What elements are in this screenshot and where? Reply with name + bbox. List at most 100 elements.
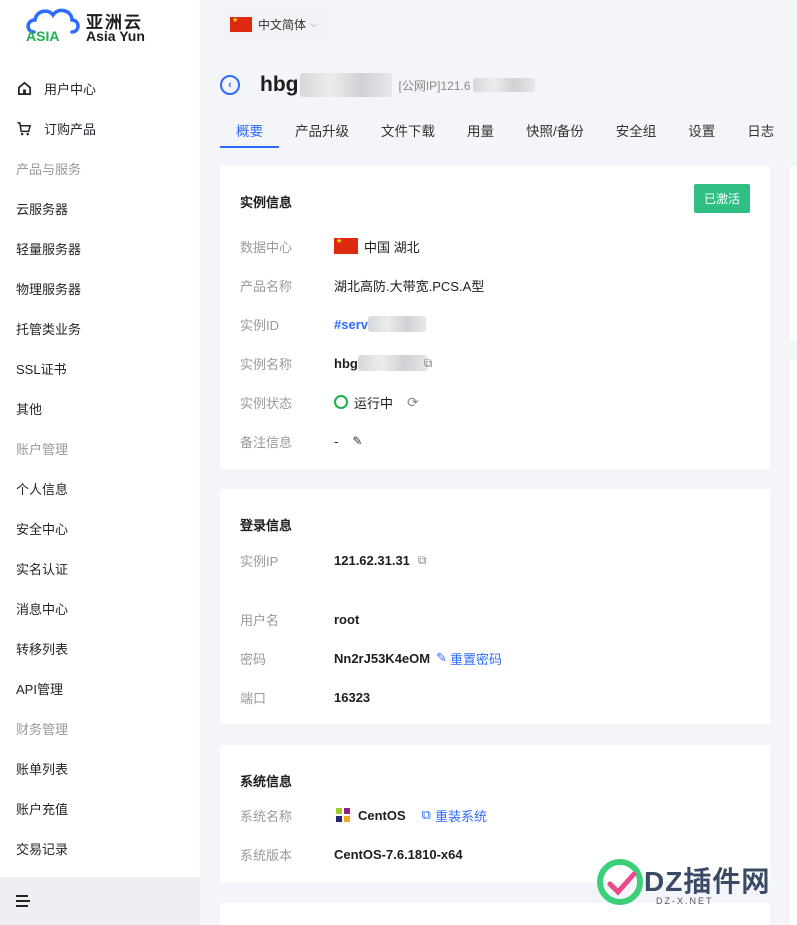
tab-downloads[interactable]: 文件下载 [365,116,451,148]
tab-bar: 概要 产品升级 文件下载 用量 快照/备份 安全组 设置 日志 [220,116,797,148]
sidebar-item-light-server[interactable]: 轻量服务器 [0,228,200,268]
watermark-text: DZ插件网 [644,866,771,897]
password-value: Nn2rJ53K4eOM [334,650,431,666]
copy-icon[interactable]: ⧉ [418,553,427,568]
instance-info-card: 实例信息 已激活 数据中心 中国 湖北 产品名称 湖北高防.大带宽.PCS.A型… [220,166,770,469]
instance-id-label: 实例ID [240,317,280,333]
product-value: 湖北高防.大带宽.PCS.A型 [334,278,485,294]
ip-row: 实例IP 121.62.31.31 ⧉ [240,550,426,570]
reset-password-link[interactable]: ✎ 重置密码 [436,649,502,668]
menu-collapse-icon [16,895,30,907]
datacenter-value: 中国 湖北 [364,239,420,255]
tab-security-group[interactable]: 安全组 [600,116,673,148]
edit-icon: ✎ [436,650,448,665]
os-version-label: 系统版本 [240,847,293,863]
note-value: - [334,433,339,449]
watermark-logo-icon [597,859,643,905]
sidebar-item-physical-server[interactable]: 物理服务器 [0,268,200,308]
datacenter-label: 数据中心 [240,239,293,255]
china-flag-icon [334,237,358,254]
instance-name-label: 实例名称 [240,356,293,372]
page-header: ‹ hbg [公网IP]121.6 [220,70,535,100]
refresh-icon[interactable]: ⟳ [407,394,419,411]
sidebar-item-profile[interactable]: 个人信息 [0,468,200,508]
sidebar-item-recharge[interactable]: 账户充值 [0,788,200,828]
product-label: 产品名称 [240,278,293,294]
redacted-hostname [300,73,393,97]
password-row: 密码 Nn2rJ53K4eOM ✎ 重置密码 [240,648,502,668]
status-badge: 已激活 [693,184,750,213]
cart-icon [16,120,32,136]
sidebar-item-verify[interactable]: 实名认证 [0,548,200,588]
reinstall-system-link[interactable]: ⧉ 重装系统 [422,806,487,825]
instance-state-label: 实例状态 [240,395,293,411]
instance-state-row: 实例状态 运行中 ⟳ [240,392,419,412]
os-row: 系统名称 CentOS ⧉ 重装系统 [240,805,487,825]
os-value: CentOS [358,807,406,823]
os-version-value: CentOS-7.6.1810-x64 [334,846,463,862]
sidebar: ASIA 亚洲云 Asia Yun 用户中心 订购产品 产品与服务 云服务器 轻… [0,0,200,925]
tab-snapshots[interactable]: 快照/备份 [510,116,600,148]
redacted-name [357,355,428,371]
right-panel-edge [790,166,797,341]
redacted-id [367,316,426,332]
sidebar-group-finance: 财务管理 [16,721,69,737]
card-title: 实例信息 [240,195,293,210]
watermark: DZ插件网 DZ-X.NET [596,856,786,912]
sidebar-item-label: 订购产品 [44,121,97,137]
tab-logs[interactable]: 日志 [731,116,790,148]
sidebar-item-order[interactable]: 订购产品 [0,108,200,148]
back-icon[interactable]: ‹ [220,75,240,95]
running-status-icon [334,395,348,409]
ip-label: 实例IP [240,553,279,569]
tab-settings[interactable]: 设置 [672,116,731,148]
datacenter-row: 数据中心 中国 湖北 [240,236,420,256]
note-row: 备注信息 - ✎ [240,431,362,451]
port-value: 16323 [334,689,371,705]
tab-usage[interactable]: 用量 [451,116,510,148]
instance-id-link[interactable]: #serv [334,317,368,332]
card-title: 登录信息 [240,518,293,533]
sidebar-item-security[interactable]: 安全中心 [0,508,200,548]
tab-upgrade[interactable]: 产品升级 [279,116,365,148]
username-label: 用户名 [240,612,280,628]
ip-value: 121.62.31.31 [334,552,410,568]
tab-overview[interactable]: 概要 [220,116,279,148]
logo[interactable]: ASIA 亚洲云 Asia Yun [24,4,164,48]
language-select[interactable]: 中文简体 ⌵ [220,8,328,40]
edit-icon[interactable]: ✎ [352,434,362,448]
logo-en: Asia Yun [86,28,145,44]
home-icon [16,80,32,96]
sidebar-item-ssl[interactable]: SSL证书 [0,348,200,388]
sidebar-item-cloud-server[interactable]: 云服务器 [0,188,200,228]
os-version-row: 系统版本 CentOS-7.6.1810-x64 [240,844,463,864]
card-title: 系统信息 [240,774,293,789]
right-panel-edge-2 [790,360,797,925]
reinstall-label: 重装系统 [434,808,487,824]
sidebar-item-bills[interactable]: 账单列表 [0,748,200,788]
sidebar-nav: 用户中心 订购产品 产品与服务 云服务器 轻量服务器 物理服务器 托管类业务 S… [0,68,200,868]
copy-icon[interactable]: ⧉ [424,356,433,371]
sidebar-group-account: 账户管理 [16,441,69,457]
sidebar-item-api[interactable]: API管理 [0,668,200,708]
sidebar-item-transfer[interactable]: 转移列表 [0,628,200,668]
sidebar-item-other[interactable]: 其他 [0,388,200,428]
sidebar-item-transactions[interactable]: 交易记录 [0,828,200,868]
sidebar-collapse-button[interactable] [0,877,200,925]
port-label: 端口 [240,690,267,706]
sidebar-item-user-center[interactable]: 用户中心 [0,68,200,108]
instance-hostname: hbg [260,73,299,96]
sidebar-item-messages[interactable]: 消息中心 [0,588,200,628]
note-label: 备注信息 [240,434,293,450]
sidebar-item-hosting[interactable]: 托管类业务 [0,308,200,348]
language-label: 中文简体 [258,17,307,32]
username-value: root [334,611,360,627]
sidebar-item-label: 用户中心 [44,81,97,97]
instance-id-row: 实例ID #serv [240,314,426,334]
port-row: 端口 16323 [240,687,370,707]
reset-password-label: 重置密码 [450,651,503,667]
instance-name-row: 实例名称 hbg ⧉ [240,353,432,373]
centos-logo-icon [336,808,350,822]
instance-state-value: 运行中 [354,395,394,411]
cloud-logo-icon: ASIA [26,8,80,44]
